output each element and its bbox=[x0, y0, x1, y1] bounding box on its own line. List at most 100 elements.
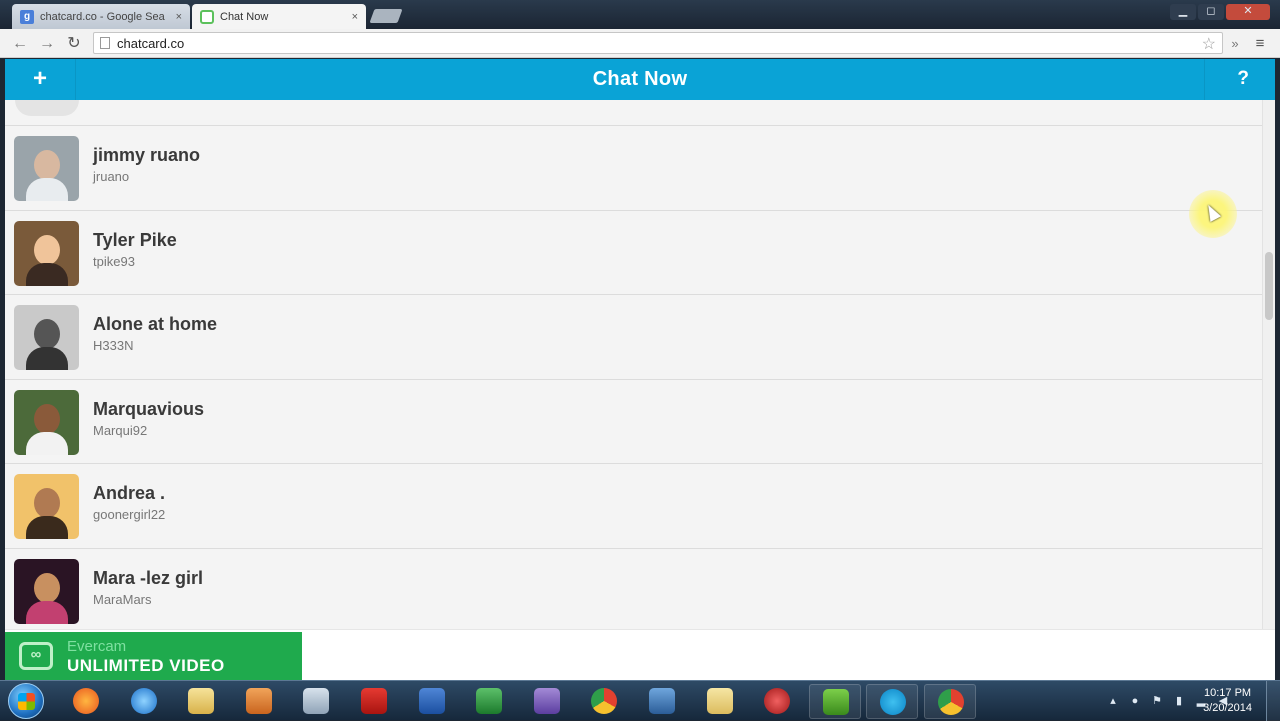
taskbar-file-explorer-button[interactable] bbox=[175, 684, 227, 719]
avatar-head bbox=[34, 319, 60, 350]
avatar-body bbox=[26, 431, 68, 455]
maximize-button[interactable]: ◻ bbox=[1198, 4, 1224, 20]
contact-handle: tpike93 bbox=[93, 253, 135, 269]
taskbar-folder-button[interactable] bbox=[694, 684, 746, 719]
contact-name: Mara -lez girl bbox=[93, 567, 204, 588]
tab-close-icon[interactable]: × bbox=[176, 11, 182, 23]
taskbar-downloader-button[interactable] bbox=[751, 684, 803, 719]
firefox-icon bbox=[73, 688, 99, 714]
minimize-button[interactable]: ▁ bbox=[1170, 4, 1196, 20]
show-hidden-icons-icon[interactable]: ▴ bbox=[1106, 694, 1120, 708]
avatar-body bbox=[26, 178, 68, 201]
chatcard-icon bbox=[200, 9, 214, 24]
scrollbar-thumb[interactable] bbox=[1265, 252, 1273, 320]
downloader-icon bbox=[764, 688, 791, 714]
avatar-body bbox=[26, 516, 68, 540]
tab-label: chatcard.co - Google Sea bbox=[40, 10, 165, 23]
new-tab-button[interactable] bbox=[369, 9, 403, 23]
close-window-button[interactable]: ✕ bbox=[1226, 4, 1270, 20]
taskbar-chrome-button[interactable] bbox=[924, 684, 976, 719]
clock-time: 10:17 PM bbox=[1203, 687, 1252, 699]
avatar-head bbox=[34, 572, 60, 603]
list-item[interactable]: Andrea . goonergirl22 bbox=[5, 464, 1262, 549]
address-bar[interactable]: chatcard.co ☆ bbox=[93, 32, 1223, 54]
utorrent-tray-icon[interactable]: ● bbox=[1128, 694, 1142, 708]
avatar bbox=[14, 558, 79, 624]
avatar-body bbox=[26, 347, 68, 371]
calculator-icon bbox=[303, 688, 330, 714]
contact-name: Alone at home bbox=[93, 314, 218, 335]
avatar-head bbox=[34, 150, 60, 180]
back-icon[interactable]: ← bbox=[9, 33, 31, 55]
avatar-head bbox=[34, 488, 60, 519]
acrobat-icon bbox=[361, 688, 387, 714]
help-button[interactable]: ? bbox=[1237, 68, 1249, 90]
contact-name: Marquavious bbox=[93, 398, 205, 419]
chrome-icon bbox=[938, 689, 964, 715]
page-title: Chat Now bbox=[592, 68, 688, 90]
start-button[interactable] bbox=[8, 683, 44, 719]
tab-google-search[interactable]: g chatcard.co - Google Sea × bbox=[12, 4, 190, 29]
reload-icon[interactable]: ↻ bbox=[63, 33, 85, 55]
taskbar-utorrent-button[interactable] bbox=[808, 684, 861, 719]
infinity-icon: ∞ bbox=[19, 642, 53, 670]
action-center-flag-icon[interactable]: ⚑ bbox=[1150, 694, 1164, 708]
taskbar-calculator-button[interactable] bbox=[290, 684, 342, 719]
list-item[interactable]: Tyler Pike tpike93 bbox=[5, 211, 1262, 296]
list-item[interactable]: Marquavious Marqui92 bbox=[5, 380, 1262, 465]
browser-toolbar: ← → ↻ chatcard.co ☆ » ≡ bbox=[0, 29, 1280, 58]
page-icon bbox=[100, 37, 110, 49]
app-header: + Chat Now ? bbox=[5, 59, 1275, 100]
menu-icon[interactable]: ≡ bbox=[1249, 33, 1271, 55]
avatar-head bbox=[34, 403, 60, 434]
chat-page: + Chat Now ? jimmy ruano jruano Tyler Pike… bbox=[5, 59, 1275, 680]
list-item-partial[interactable] bbox=[5, 100, 1262, 126]
power-icon[interactable]: ▮ bbox=[1172, 694, 1186, 708]
avatar bbox=[14, 305, 79, 371]
avatar bbox=[14, 474, 79, 540]
taskbar-word-button[interactable] bbox=[406, 684, 458, 719]
browser-titlebar: g chatcard.co - Google Sea × Chat Now × … bbox=[0, 0, 1280, 29]
file-explorer-icon bbox=[188, 688, 215, 714]
avatar-head bbox=[34, 234, 60, 265]
system-clock[interactable]: 10:17 PM 3/20/2014 bbox=[1203, 686, 1252, 716]
excel-icon bbox=[476, 688, 503, 714]
watermark-tagline: UNLIMITED VIDEO bbox=[67, 656, 225, 675]
skype-icon bbox=[880, 689, 907, 715]
taskbar-internet-explorer-button[interactable] bbox=[118, 684, 170, 719]
avatar bbox=[14, 220, 79, 286]
taskbar-visual-studio-button[interactable] bbox=[521, 684, 573, 719]
tab-label: Chat Now bbox=[220, 10, 269, 23]
show-desktop-button[interactable] bbox=[1266, 681, 1280, 721]
header-divider bbox=[75, 59, 76, 100]
avatar bbox=[14, 389, 79, 455]
list-item[interactable]: jimmy ruano jruano bbox=[5, 126, 1262, 211]
clock-date: 3/20/2014 bbox=[1203, 702, 1252, 714]
taskbar-skype-button[interactable] bbox=[866, 684, 919, 719]
network-icon bbox=[649, 688, 675, 714]
avatar bbox=[15, 100, 79, 116]
visual-studio-icon bbox=[533, 688, 560, 714]
tab-close-icon[interactable]: × bbox=[352, 11, 358, 23]
scrollbar[interactable] bbox=[1262, 100, 1275, 680]
taskbar-chrome-button[interactable] bbox=[578, 684, 630, 719]
avatar-body bbox=[26, 600, 68, 624]
bookmark-star-icon[interactable]: ☆ bbox=[1202, 34, 1216, 54]
contact-handle: H333N bbox=[93, 338, 134, 354]
extensions-overflow-icon[interactable]: » bbox=[1224, 33, 1246, 55]
taskbar-firefox-button[interactable] bbox=[60, 684, 112, 719]
windows-taskbar: ▴ ● ⚑ ▮ ▂ ◀ 10:17 PM 3/20/2014 bbox=[0, 680, 1280, 721]
forward-icon[interactable]: → bbox=[36, 33, 58, 55]
taskbar-acrobat-button[interactable] bbox=[348, 684, 400, 719]
contact-name: jimmy ruano bbox=[93, 145, 201, 165]
add-contact-button[interactable]: + bbox=[27, 65, 53, 93]
list-item[interactable]: Alone at home H333N bbox=[5, 295, 1262, 380]
taskbar-excel-button[interactable] bbox=[463, 684, 515, 719]
taskbar-network-button[interactable] bbox=[636, 684, 688, 719]
list-item[interactable]: Mara -lez girl MaraMars bbox=[5, 549, 1262, 634]
windows-logo-icon bbox=[18, 693, 35, 710]
folder-icon bbox=[706, 688, 733, 714]
tab-chat-now[interactable]: Chat Now × bbox=[192, 4, 366, 29]
contact-handle: goonergirl22 bbox=[93, 507, 166, 523]
taskbar-media-player-button[interactable] bbox=[233, 684, 285, 719]
